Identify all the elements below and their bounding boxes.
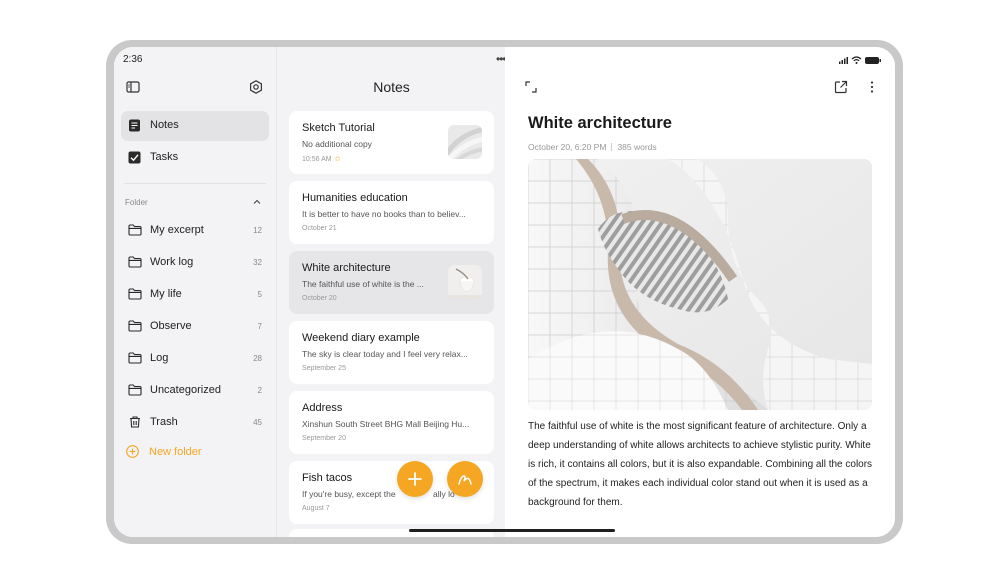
note-title: Weekend diary example xyxy=(302,332,420,344)
note-date: October 20 xyxy=(302,295,337,302)
nav-notes[interactable]: Notes xyxy=(121,111,269,141)
note-card[interactable]: Weekend diary example The sky is clear t… xyxy=(289,321,494,384)
folder-count: 45 xyxy=(253,418,262,427)
note-detail-pane: White architecture October 20, 6:20 PM 38… xyxy=(505,47,895,537)
nav-tasks-label: Tasks xyxy=(150,151,179,163)
status-time: 2:36 xyxy=(123,54,143,65)
status-icons xyxy=(839,56,881,64)
note-word-count: 385 words xyxy=(617,142,657,152)
folder-count: 7 xyxy=(257,322,262,331)
note-preview: No additional copy xyxy=(302,139,372,149)
folder-count: 28 xyxy=(253,354,262,363)
note-title: Address xyxy=(302,402,343,414)
folder-trash[interactable]: Trash 45 xyxy=(121,409,269,437)
folder-count: 5 xyxy=(257,290,262,299)
note-title: Humanities education xyxy=(302,192,408,204)
fullscreen-icon[interactable] xyxy=(524,80,538,94)
folder-icon xyxy=(128,256,142,268)
folder-icon xyxy=(128,320,142,332)
handwriting-icon xyxy=(458,475,472,485)
note-card[interactable]: Humanities education It is better to hav… xyxy=(289,181,494,244)
folder-label: Work log xyxy=(150,256,194,268)
folder-icon xyxy=(128,352,142,364)
note-card[interactable]: Sketch Tutorial No additional copy 10:56… xyxy=(289,111,494,174)
folder-log[interactable]: Log 28 xyxy=(121,345,269,373)
note-image[interactable] xyxy=(528,159,872,410)
tablet-screen: 2:36 Notes Tasks Folder My excerpt 12 Wo… xyxy=(114,47,895,537)
sidebar-divider xyxy=(124,183,266,184)
note-date: August 7 xyxy=(302,505,330,512)
plus-icon xyxy=(408,472,422,486)
note-date: September 20 xyxy=(302,435,346,442)
folder-count: 2 xyxy=(257,386,262,395)
note-title: Fish tacos xyxy=(302,472,353,484)
settings-icon[interactable] xyxy=(249,80,263,94)
sidebar: 2:36 Notes Tasks Folder My excerpt 12 Wo… xyxy=(114,47,276,537)
nav-tasks[interactable]: Tasks xyxy=(121,143,269,173)
share-open-icon[interactable] xyxy=(834,80,848,94)
new-folder-label: New folder xyxy=(149,446,202,458)
folder-label: Uncategorized xyxy=(150,384,221,396)
folder-label: My life xyxy=(150,288,182,300)
meta-separator xyxy=(611,143,613,151)
notes-list-title: Notes xyxy=(373,79,410,95)
more-options-icon[interactable] xyxy=(865,80,879,94)
notes-list-pane: Notes Sketch Tutorial No additional copy… xyxy=(276,47,505,537)
folder-label: Trash xyxy=(150,416,178,428)
note-date: September 25 xyxy=(302,365,346,372)
note-date-line: 10:56 AM ✩ xyxy=(302,155,340,163)
folder-label: Log xyxy=(150,352,169,364)
folder-my-excerpt[interactable]: My excerpt 12 xyxy=(121,217,269,245)
new-folder-button[interactable]: New folder xyxy=(126,442,246,462)
notes-icon xyxy=(129,119,140,132)
trash-icon xyxy=(130,416,140,428)
note-detail-date: October 20, 6:20 PM xyxy=(528,142,607,152)
nav-notes-label: Notes xyxy=(150,119,179,131)
note-detail-title[interactable]: White architecture xyxy=(528,114,672,133)
note-preview: The sky is clear today and I feel very r… xyxy=(302,349,468,359)
folder-label: Observe xyxy=(150,320,192,332)
note-card-selected[interactable]: White architecture The faithful use of w… xyxy=(289,251,494,314)
folder-icon xyxy=(128,224,142,236)
folder-count: 32 xyxy=(253,258,262,267)
chevron-up-icon[interactable] xyxy=(252,197,262,207)
note-title: Sketch Tutorial xyxy=(302,122,375,134)
folder-label: My excerpt xyxy=(150,224,204,236)
folder-uncategorized[interactable]: Uncategorized 2 xyxy=(121,377,269,405)
note-date: 10:56 AM xyxy=(302,156,332,163)
note-date: October 21 xyxy=(302,225,337,232)
note-thumbnail xyxy=(448,125,482,159)
note-preview: Xinshun South Street BHG Mall Beijing Hu… xyxy=(302,419,470,429)
note-detail-body[interactable]: The faithful use of white is the most si… xyxy=(528,417,878,512)
folder-icon xyxy=(128,384,142,396)
home-indicator[interactable] xyxy=(409,529,615,532)
folder-observe[interactable]: Observe 7 xyxy=(121,313,269,341)
add-note-button[interactable] xyxy=(397,461,433,497)
note-preview: If you're busy, except the xyxy=(302,489,396,499)
note-preview: The faithful use of white is the ... xyxy=(302,279,424,289)
note-preview: It is better to have no books than to be… xyxy=(302,209,466,219)
folder-my-life[interactable]: My life 5 xyxy=(121,281,269,309)
note-detail-meta: October 20, 6:20 PM 385 words xyxy=(528,142,657,152)
folder-work-log[interactable]: Work log 32 xyxy=(121,249,269,277)
folder-header: Folder xyxy=(125,198,148,207)
tablet-frame: 2:36 Notes Tasks Folder My excerpt 12 Wo… xyxy=(106,40,903,544)
note-card[interactable]: Address Xinshun South Street BHG Mall Be… xyxy=(289,391,494,454)
sidebar-toggle-icon[interactable] xyxy=(126,80,140,94)
note-title: White architecture xyxy=(302,262,391,274)
note-thumbnail xyxy=(448,265,482,299)
pin-icon: ✩ xyxy=(334,156,341,163)
add-circle-icon xyxy=(126,445,139,458)
folder-count: 12 xyxy=(253,226,262,235)
folder-icon xyxy=(128,288,142,300)
handwriting-button[interactable] xyxy=(447,461,483,497)
tasks-checkbox-icon xyxy=(128,151,141,164)
